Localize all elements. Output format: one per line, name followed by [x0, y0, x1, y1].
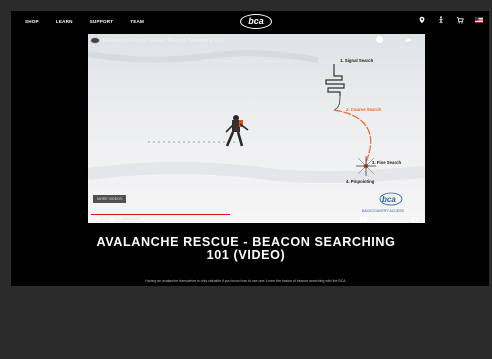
- video-time: 0:15 / 1:18: [122, 217, 139, 221]
- nav-link-support[interactable]: SUPPORT: [90, 19, 114, 24]
- video-controls: 0:15 / 1:18 YouTube: [88, 216, 425, 223]
- diagram-step1-label: 1. Signal Search: [340, 58, 374, 63]
- play-icon[interactable]: [97, 217, 101, 221]
- page-title: AVALANCHE RESCUE - BEACON SEARCHING 101 …: [30, 236, 462, 262]
- article-intro: Having an avalanche transceiver is only …: [145, 279, 347, 283]
- video-title[interactable]: Avalanche Rescue Series: Beacon Searchin…: [102, 38, 224, 44]
- captions-icon[interactable]: [360, 217, 367, 222]
- video-player[interactable]: 1. Signal Search 2. Course Search 3. Fin…: [88, 34, 425, 223]
- volume-icon[interactable]: [110, 217, 116, 222]
- page-title-line2: 101 (VIDEO): [206, 248, 286, 262]
- fullscreen-icon[interactable]: [412, 217, 417, 222]
- search-path: [325, 64, 376, 176]
- us-flag-icon[interactable]: [475, 16, 483, 24]
- page: SHOP LEARN SUPPORT TEAM bca 1. Signal Se…: [0, 0, 492, 359]
- more-videos-button[interactable]: MORE VIDEOS: [93, 195, 127, 203]
- nav-link-shop[interactable]: SHOP: [25, 19, 39, 24]
- beacon-search-diagram: 1. Signal Search 2. Course Search 3. Fin…: [88, 50, 425, 213]
- youtube-logo[interactable]: YouTube: [375, 217, 392, 222]
- nav-icons: [418, 16, 483, 24]
- hiker-icon[interactable]: [437, 16, 445, 24]
- page-title-line1: AVALANCHE RESCUE - BEACON SEARCHING: [96, 235, 396, 249]
- diagram-tagline: BACKCOUNTRY ACCESS: [362, 209, 405, 213]
- channel-avatar[interactable]: [90, 37, 100, 44]
- location-pin-icon[interactable]: [418, 16, 426, 24]
- diagram-step3-label: 3. Fine Search: [372, 160, 402, 165]
- top-navigation: SHOP LEARN SUPPORT TEAM bca: [11, 11, 489, 31]
- nav-link-learn[interactable]: LEARN: [56, 19, 73, 24]
- diagram-logo: bca: [382, 195, 396, 204]
- cart-icon[interactable]: [456, 16, 464, 24]
- watch-later-icon[interactable]: [376, 36, 383, 43]
- share-icon[interactable]: [404, 37, 411, 43]
- brand-logo[interactable]: bca: [240, 14, 272, 29]
- diagram-step4-label: 4. Pinpointing: [346, 179, 375, 184]
- nav-link-team[interactable]: TEAM: [130, 19, 144, 24]
- skier-figure: [225, 115, 249, 147]
- nav-links: SHOP LEARN SUPPORT TEAM: [11, 19, 144, 24]
- diagram-step2-label: 2. Course Search: [346, 107, 381, 112]
